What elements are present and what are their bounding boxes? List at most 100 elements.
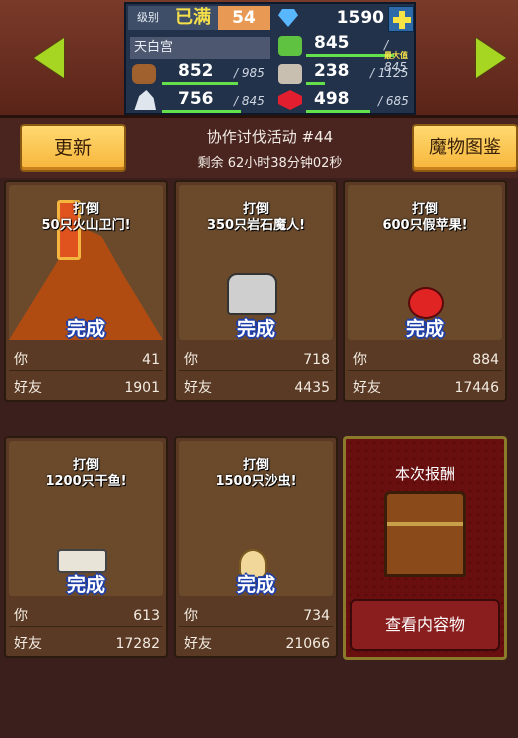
you-row: 你 41 [14, 348, 160, 372]
you-label: 你 [14, 352, 28, 368]
you-count: 734 [303, 608, 330, 624]
you-label: 你 [353, 352, 367, 368]
goal-line2: 50只火山卫门! [41, 218, 131, 233]
divider [9, 626, 163, 627]
grass-icon [278, 36, 302, 56]
location-name: 天白宫 [130, 37, 270, 59]
stat-grass-bar [306, 54, 394, 57]
you-count: 718 [303, 352, 330, 368]
stat-value: 852 [178, 61, 214, 81]
friend-row: 好友 4435 [184, 376, 330, 400]
quest-goal: 打倒 350只岩石魔人! [176, 202, 336, 234]
view-contents-button[interactable]: 查看内容物 [350, 599, 500, 651]
stat-wood: 852 / 985 [162, 60, 270, 85]
bestiary-button[interactable]: 魔物图鉴 [412, 124, 518, 172]
friend-count: 17446 [454, 380, 499, 396]
you-row: 你 718 [184, 348, 330, 372]
complete-label: 完成 [236, 574, 275, 596]
reward-title: 本次报酬 [394, 465, 455, 483]
divider [348, 370, 502, 371]
friend-label: 好友 [184, 380, 212, 396]
event-title: 协作讨伐活动 #44 [206, 128, 334, 146]
level-value: 54 [218, 6, 270, 30]
goal-line2: 1200只干鱼! [45, 474, 127, 489]
you-count: 613 [133, 608, 160, 624]
stat-monster: 238 / 1125 [306, 60, 414, 85]
you-row: 你 613 [14, 604, 160, 628]
friend-label: 好友 [14, 380, 42, 396]
quest-card-worm[interactable]: 打倒 1500只沙虫! 完成 你 734 好友 21066 [174, 436, 338, 658]
friend-count: 21066 [285, 636, 330, 652]
goal-line1: 打倒 [242, 458, 269, 473]
you-row: 你 734 [184, 604, 330, 628]
goal-line2: 600只假苹果! [382, 218, 468, 233]
stats-panel: 级别 已满 54 1590 天白宫 845 / 845 最大值 852 / 98… [124, 2, 416, 115]
friend-row: 好友 21066 [184, 632, 330, 656]
quest-goal: 打倒 1500只沙虫! [176, 458, 336, 490]
stat-wood-bar [162, 82, 238, 85]
you-label: 你 [14, 608, 28, 624]
quest-card-volcano[interactable]: 打倒 50只火山卫门! 完成 你 41 好友 1901 [4, 180, 168, 402]
stat-value: 756 [178, 89, 214, 109]
treasure-chest-icon [384, 491, 466, 577]
friend-label: 好友 [14, 636, 42, 652]
quest-card-apple[interactable]: 打倒 600只假苹果! 完成 你 884 好友 17446 [343, 180, 507, 402]
complete-label: 完成 [405, 318, 444, 340]
level-max-badge: 已满 [168, 6, 218, 30]
stat-max: / 985 [234, 66, 265, 80]
ruby-icon [278, 90, 302, 110]
stat-value: 845 [314, 33, 350, 53]
rock-golem-icon [227, 273, 277, 315]
complete-label: 完成 [66, 574, 105, 596]
goal-line1: 打倒 [72, 458, 99, 473]
stat-max: / 845 [234, 94, 265, 108]
divider [179, 370, 333, 371]
friend-count: 17282 [115, 636, 160, 652]
quest-card-golem[interactable]: 打倒 350只岩石魔人! 完成 你 718 好友 4435 [174, 180, 338, 402]
friend-row: 好友 1901 [14, 376, 160, 400]
quest-goal: 打倒 1200只干鱼! [6, 458, 166, 490]
diamond-icon [278, 9, 298, 27]
you-label: 你 [184, 352, 198, 368]
goal-line1: 打倒 [411, 202, 438, 217]
next-arrow-icon[interactable] [476, 38, 506, 78]
goal-line1: 打倒 [242, 202, 269, 217]
stat-ruby: 498 / 685 [306, 88, 414, 113]
background-footer [0, 664, 518, 738]
gem-count: 1590 [336, 8, 384, 28]
goal-line2: 350只岩石魔人! [206, 218, 306, 233]
you-count: 884 [472, 352, 499, 368]
stat-max: / 1125 [370, 66, 409, 80]
reward-panel: 本次报酬 查看内容物 [343, 436, 507, 660]
wood-icon [132, 64, 156, 84]
update-button[interactable]: 更新 [20, 124, 126, 172]
you-count: 41 [142, 352, 160, 368]
stat-max: / 685 [378, 94, 409, 108]
complete-label: 完成 [66, 318, 105, 340]
event-banner: 更新 协作讨伐活动 #44 剩余 62小时38分钟02秒 魔物图鉴 [0, 118, 518, 178]
stat-value: 238 [314, 61, 350, 81]
stat-ore: 756 / 845 [162, 88, 270, 113]
stat-ore-bar [162, 110, 241, 113]
event-countdown: 剩余 62小时38分钟02秒 [197, 156, 343, 171]
friend-count: 1901 [124, 380, 160, 396]
goal-line2: 1500只沙虫! [215, 474, 297, 489]
divider [9, 370, 163, 371]
friend-count: 4435 [294, 380, 330, 396]
you-label: 你 [184, 608, 198, 624]
level-label: 级别 [128, 6, 168, 30]
quest-card-fish[interactable]: 打倒 1200只干鱼! 完成 你 613 好友 17282 [4, 436, 168, 658]
stat-ruby-bar [306, 110, 370, 113]
ore-icon [134, 90, 156, 110]
divider [179, 626, 333, 627]
friend-row: 好友 17282 [14, 632, 160, 656]
stat-monster-bar [306, 82, 325, 85]
stat-value: 498 [314, 89, 350, 109]
quest-goal: 打倒 50只火山卫门! [6, 202, 166, 234]
monster-icon [278, 64, 302, 84]
top-bar: 级别 已满 54 1590 天白宫 845 / 845 最大值 852 / 98… [0, 0, 518, 118]
prev-arrow-icon[interactable] [34, 38, 64, 78]
add-gems-button[interactable] [388, 6, 414, 32]
goal-line1: 打倒 [72, 202, 99, 217]
friend-row: 好友 17446 [353, 376, 499, 400]
